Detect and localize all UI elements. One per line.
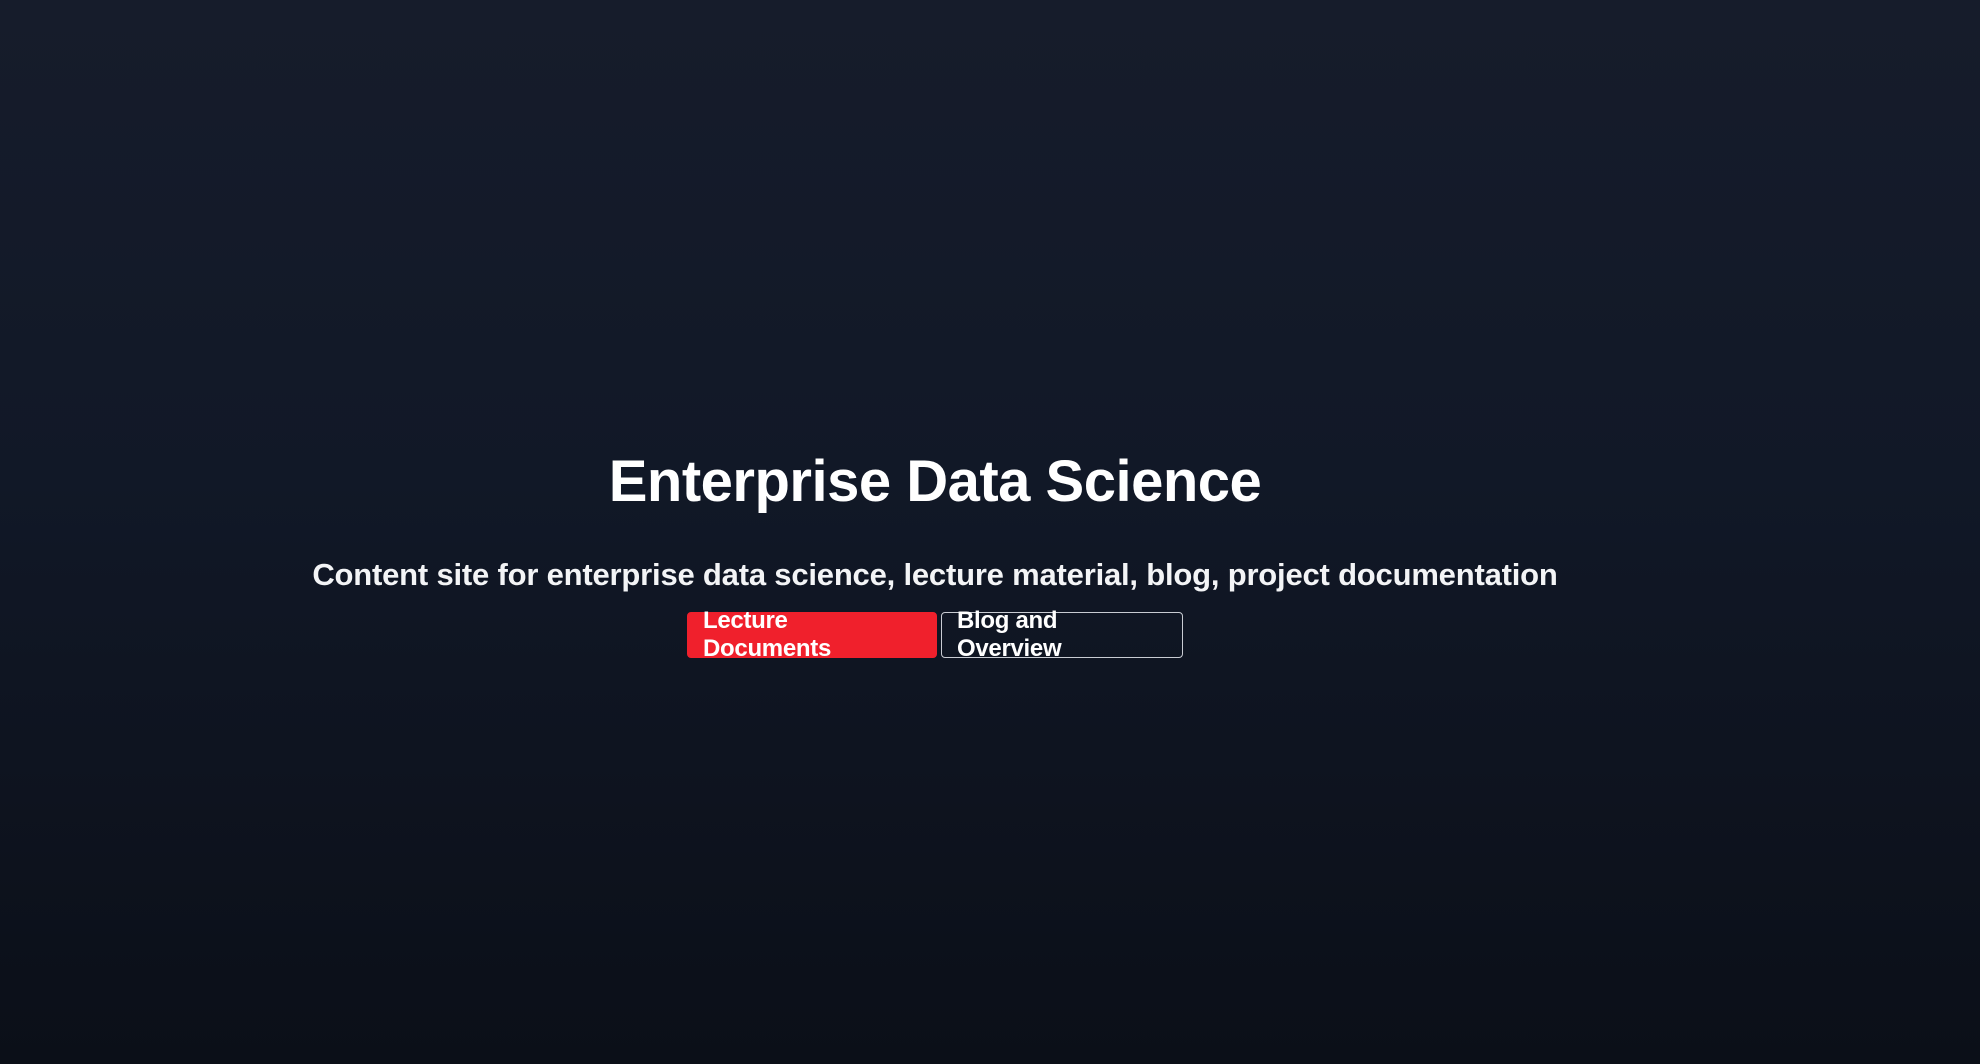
blog-and-overview-button[interactable]: Blog and Overview	[941, 607, 1183, 662]
page-subtitle: Content site for enterprise data science…	[312, 557, 1558, 592]
hero-section: Enterprise Data Science Content site for…	[0, 0, 1980, 1064]
cta-button-group: Lecture Documents Blog and Overview	[0, 607, 1870, 662]
page-title: Enterprise Data Science	[608, 449, 1262, 514]
lecture-documents-button[interactable]: Lecture Documents	[687, 607, 937, 662]
